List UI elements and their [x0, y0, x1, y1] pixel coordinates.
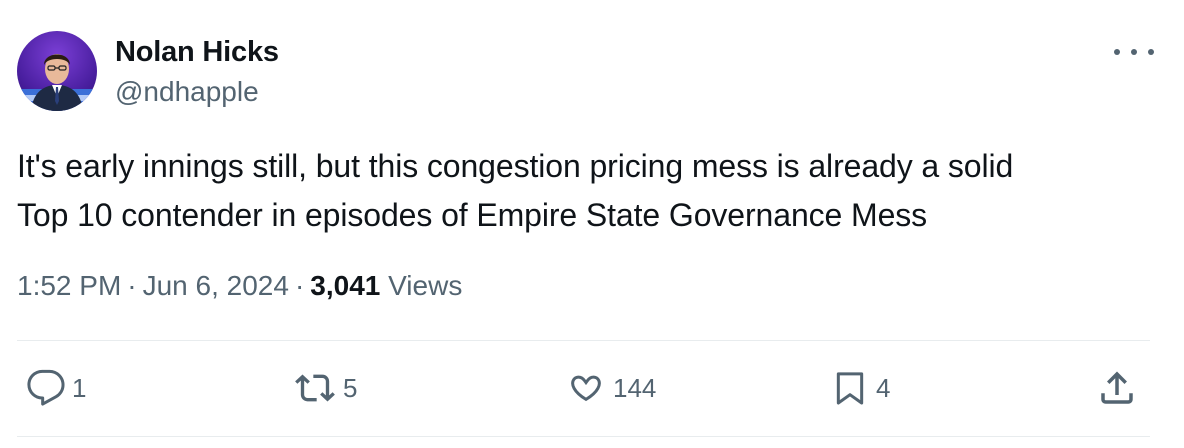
avatar[interactable] [17, 31, 97, 111]
author-name[interactable]: Nolan Hicks [115, 36, 279, 69]
share-button[interactable] [1096, 364, 1138, 412]
repost-icon [295, 374, 335, 402]
meta-separator: · [294, 270, 305, 301]
tweet-date[interactable]: Jun 6, 2024 [143, 270, 289, 301]
like-count: 144 [613, 372, 657, 403]
bookmark-count: 4 [876, 372, 891, 403]
tweet-meta: 1:52 PM · Jun 6, 2024 · 3,041 Views [17, 270, 462, 302]
bookmark-icon [836, 372, 864, 405]
divider [17, 340, 1150, 341]
tweet-text-line: Top 10 contender in episodes of Empire S… [17, 197, 928, 233]
bookmark-button[interactable]: 4 [830, 364, 890, 412]
reply-button[interactable]: 1 [26, 364, 86, 412]
tweet-text: It's early innings still, but this conge… [17, 142, 1147, 240]
author-handle[interactable]: @ndhapple [115, 76, 259, 108]
reply-icon [27, 369, 65, 406]
heart-icon [571, 375, 601, 402]
avatar-image [17, 54, 97, 111]
tweet-text-line: It's early innings still, but this conge… [17, 148, 1014, 184]
views-count: 3,041 [310, 270, 381, 301]
more-icon-dot [1131, 49, 1137, 55]
more-options-button[interactable] [1114, 40, 1154, 64]
repost-button[interactable]: 5 [293, 364, 357, 412]
more-icon-dot [1148, 49, 1154, 55]
repost-count: 5 [343, 372, 358, 403]
views-label: Views [388, 270, 463, 301]
meta-separator: · [127, 270, 137, 301]
more-icon-dot [1114, 49, 1120, 55]
reply-count: 1 [72, 372, 87, 403]
tweet-time[interactable]: 1:52 PM [17, 270, 121, 301]
share-icon [1101, 371, 1133, 404]
like-button[interactable]: 144 [565, 364, 656, 412]
divider [17, 436, 1150, 437]
tweet: Nolan Hicks @ndhapple It's early innings… [0, 0, 1184, 448]
